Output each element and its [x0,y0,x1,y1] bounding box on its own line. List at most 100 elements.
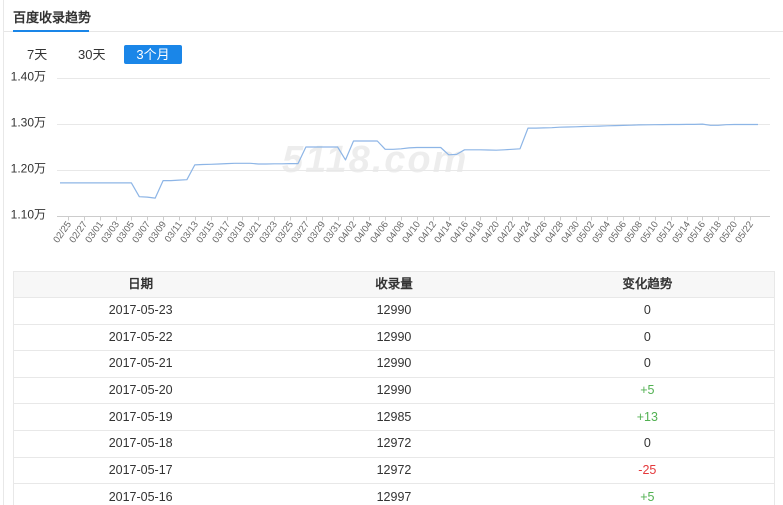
data-point [470,147,475,152]
data-point [137,194,142,199]
tab-7-days[interactable]: 7天 [27,45,47,64]
y-tick-label: 1.10万 [11,208,46,222]
title-underline [13,30,89,32]
cell-count: 12990 [376,356,412,371]
data-point [327,145,332,150]
y-tick-label: 1.30万 [11,116,46,130]
series-line [60,123,758,199]
range-tabs: 7天 30天 3个月 [0,45,200,64]
data-point [573,124,578,129]
data-point [58,180,63,185]
data-point [272,161,277,166]
data-point [660,122,665,127]
data-point [359,139,364,144]
cell-count: 12972 [376,436,412,451]
cell-count: 12997 [376,490,412,505]
table-row: 2017-05-17 12972 -25 [14,458,774,485]
cell-change: +5 [640,383,655,398]
data-point [351,139,356,144]
data-point [637,122,642,127]
data-point [105,180,110,185]
data-point [256,162,261,167]
data-point [700,122,705,127]
data-point [383,147,388,152]
data-point [113,180,118,185]
data-point [526,126,531,131]
tab-3-months[interactable]: 3个月 [124,45,182,64]
cell-count: 12972 [376,462,412,477]
data-point [605,123,610,128]
data-point [708,123,713,128]
data-point [732,122,737,127]
data-point [494,148,499,153]
data-point [391,147,396,152]
data-point [216,162,221,167]
header-date: 日期 [128,277,154,291]
data-point [145,195,150,200]
data-point [264,162,269,167]
data-point [81,180,86,185]
cell-date: 2017-05-18 [108,436,173,451]
data-point [533,126,538,131]
data-point [454,152,459,157]
data-point [724,122,729,127]
y-tick-label: 1.20万 [11,162,46,176]
table-row: 2017-05-20 12990 +5 [14,378,774,405]
data-point [240,161,245,166]
data-point [422,145,427,150]
data-point [740,122,745,127]
data-point [621,123,626,128]
data-point [89,180,94,185]
data-point [177,178,182,183]
tab-30-days[interactable]: 30天 [78,45,105,64]
data-point [399,146,404,151]
table-row: 2017-05-22 12990 0 [14,325,774,352]
data-point [192,162,197,167]
data-point [184,177,189,182]
data-point [613,123,618,128]
data-point [319,145,324,150]
data-point [597,124,602,129]
table-row: 2017-05-16 12997 +5 [14,484,774,505]
data-point [478,147,483,152]
data-point [502,147,507,152]
data-point [232,161,237,166]
data-point [375,139,380,144]
data-point [557,125,562,130]
data-point [414,145,419,150]
data-point [676,122,681,127]
data-point [652,122,657,127]
data-point [303,145,308,150]
data-point [311,145,316,150]
data-point [208,162,213,167]
data-point [200,162,205,167]
cell-date: 2017-05-22 [108,329,173,344]
data-point [73,180,78,185]
cell-change: 0 [643,329,651,344]
data-point [407,145,412,150]
index-table: 日期 收录量 变化趋势 2017-05-23 12990 0 2017-05-2… [13,271,775,505]
data-point [486,148,491,153]
header-count: 收录量 [375,277,413,291]
data-point [169,178,174,183]
cell-change: -25 [638,462,657,477]
data-point [589,124,594,129]
data-point [438,145,443,150]
data-point [716,123,721,128]
index-trend-chart: 1.40万1.30万1.20万1.10万02/2502/2703/0103/03… [11,70,770,245]
data-points [58,122,761,201]
cell-count: 12985 [376,409,412,424]
data-point [684,122,689,127]
data-point [367,139,372,144]
data-point [430,145,435,150]
table-row: 2017-05-18 12972 0 [14,431,774,458]
cell-date: 2017-05-17 [108,462,173,477]
data-point [518,146,523,151]
cell-change: 0 [643,436,651,451]
data-point [248,161,253,166]
data-point [446,152,451,157]
data-point [629,123,634,128]
data-point [224,161,229,166]
header-change: 变化趋势 [622,277,673,291]
cell-count: 12990 [376,329,412,344]
